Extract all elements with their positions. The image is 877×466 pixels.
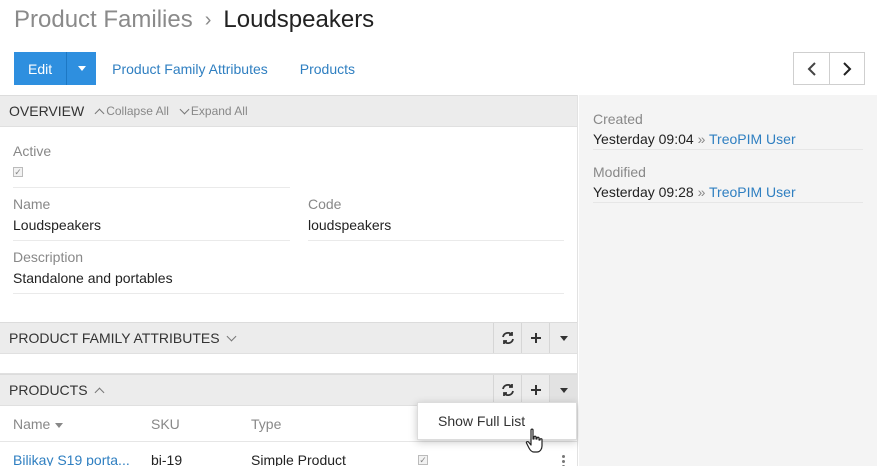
created-label: Created [593,111,643,127]
field-divider [13,240,290,241]
edit-button[interactable]: Edit [14,52,67,85]
family-attributes-panel-header[interactable]: PRODUCT FAMILY ATTRIBUTES [0,322,577,354]
previous-record-button[interactable] [794,53,829,84]
plus-icon [530,333,541,343]
active-checkbox: ✓ [13,167,23,177]
next-record-button[interactable] [829,53,864,84]
record-pager [793,52,865,85]
chevron-up-icon [94,108,105,118]
refresh-icon [501,384,514,396]
collapse-all-label: Collapse All [106,104,169,118]
column-header-name[interactable]: Name [13,416,64,432]
field-divider [593,149,863,150]
separator: » [697,131,706,147]
description-label: Description [13,249,84,265]
field-divider [13,293,564,294]
plus-icon [530,385,541,395]
code-value: loudspeakers [308,217,392,233]
created-user-link[interactable]: TreoPIM User [709,131,796,147]
refresh-button[interactable] [493,323,521,353]
breadcrumb-separator: › [204,8,212,31]
code-label: Code [308,196,342,212]
expand-all-label: Expand All [190,104,248,118]
chevron-down-icon [226,331,237,341]
show-full-list-menu-item[interactable]: Show Full List [438,413,525,429]
modified-label: Modified [593,164,646,180]
hand-pointer-cursor-icon [525,428,543,453]
overview-title: OVERVIEW [9,103,85,119]
modified-value: Yesterday 09:28 » TreoPIM User [593,184,796,200]
add-button[interactable] [521,375,549,405]
chevron-up-icon [94,387,105,397]
chevron-down-icon [179,104,190,114]
caret-down-icon [77,66,86,71]
chevron-right-icon [843,61,852,76]
products-link[interactable]: Products [300,61,355,77]
family-attributes-actions [493,323,577,353]
overview-panel-header: OVERVIEW Collapse All Expand All [0,95,577,127]
family-attributes-title: PRODUCT FAMILY ATTRIBUTES [9,330,220,346]
page-title: Loudspeakers [223,6,375,33]
sort-caret-icon [55,422,64,428]
refresh-button[interactable] [493,375,521,405]
breadcrumb: Product Families › Loudspeakers [14,6,374,34]
panel-options-button[interactable] [549,375,577,405]
overview-panel-body: Active ✓ Name Loudspeakers Code loudspea… [0,127,577,322]
created-block: Created Yesterday 09:04 » TreoPIM User [593,111,796,147]
chevron-left-icon [807,61,816,76]
column-header-type[interactable]: Type [251,416,281,432]
field-divider [13,187,290,188]
modified-time: Yesterday 09:28 [593,184,694,200]
products-panel-dropdown-menu: Show Full List [417,402,577,440]
separator: » [697,184,706,200]
name-label: Name [13,196,51,212]
collapse-all-button[interactable]: Collapse All [94,104,169,118]
product-family-attributes-link[interactable]: Product Family Attributes [112,61,268,77]
column-header-sku[interactable]: SKU [151,416,180,432]
add-button[interactable] [521,323,549,353]
products-title: PRODUCTS [9,382,88,398]
active-label: Active [13,143,52,159]
product-sku: bi-19 [151,452,183,466]
table-row: Bilikay S19 porta... bi-19 Simple Produc… [0,442,577,466]
row-actions-kebab-icon[interactable] [562,455,565,466]
product-type: Simple Product [251,452,346,466]
product-name-link[interactable]: Bilikay S19 porta... [13,452,130,466]
caret-down-icon [559,335,568,341]
products-actions [493,375,577,405]
expand-all-button[interactable]: Expand All [179,104,248,118]
created-value: Yesterday 09:04 » TreoPIM User [593,131,796,147]
record-toolbar: Edit Product Family Attributes Products [14,52,355,85]
row-checkbox: ✓ [418,455,428,465]
field-divider [593,202,863,203]
refresh-icon [501,332,514,344]
modified-user-link[interactable]: TreoPIM User [709,184,796,200]
created-time: Yesterday 09:04 [593,131,694,147]
modified-block: Modified Yesterday 09:28 » TreoPIM User [593,164,796,200]
field-divider [308,240,564,241]
description-value: Standalone and portables [13,270,173,286]
name-value: Loudspeakers [13,217,101,233]
caret-down-icon [559,387,568,393]
family-attributes-panel-body [0,354,577,374]
breadcrumb-parent-link[interactable]: Product Families [14,6,193,34]
record-side-panel: Created Yesterday 09:04 » TreoPIM User M… [579,95,877,466]
panel-options-button[interactable] [549,323,577,353]
edit-actions-dropdown-button[interactable] [66,52,97,85]
